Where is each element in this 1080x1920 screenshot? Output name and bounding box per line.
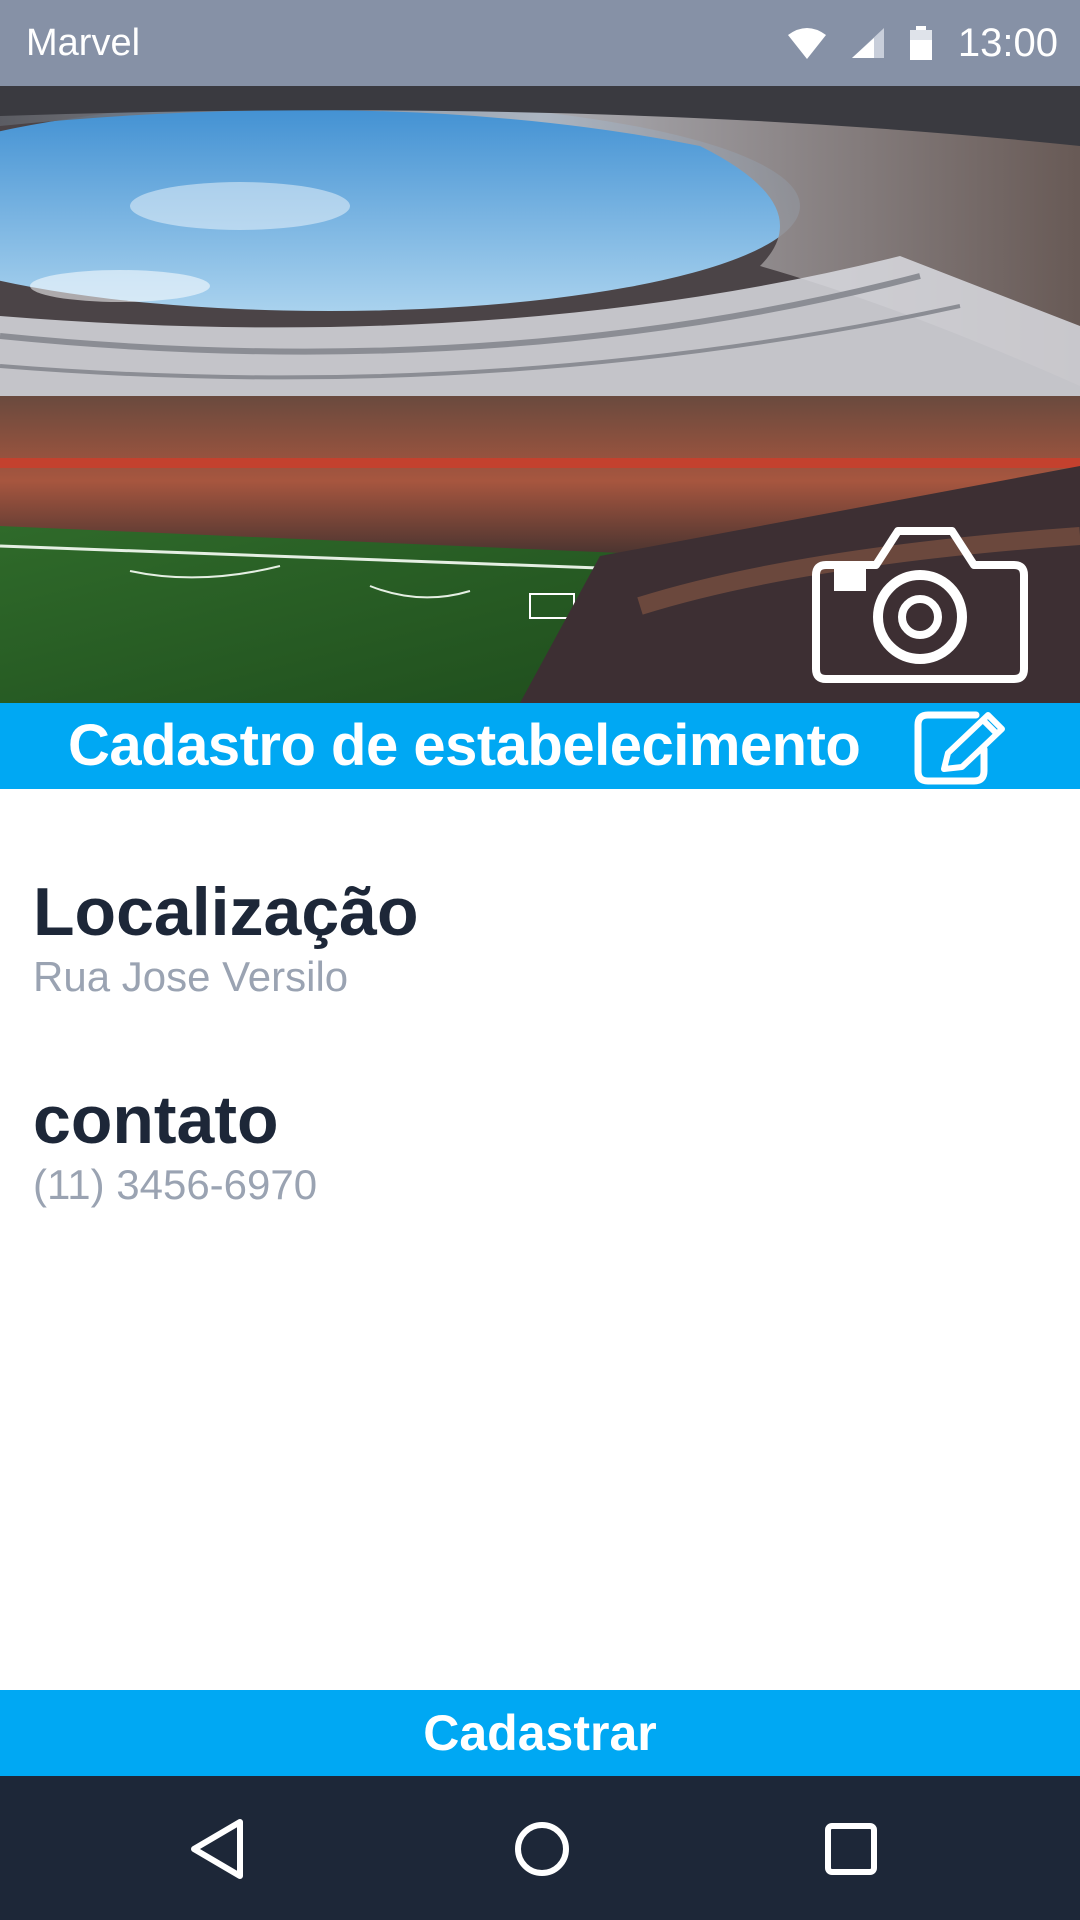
- location-heading: Localização: [33, 874, 419, 950]
- page-title: Cadastro de estabelecimento: [68, 713, 861, 778]
- status-app-name: Marvel: [26, 22, 141, 64]
- wifi-icon: [787, 27, 826, 59]
- pencil-edit-icon[interactable]: [914, 709, 1010, 785]
- register-button[interactable]: Cadastrar: [0, 1690, 1080, 1776]
- battery-icon: [909, 26, 932, 60]
- contact-section: contato (11) 3456-6970: [33, 1080, 317, 1210]
- status-icons: 13:00: [787, 0, 1058, 86]
- camera-icon[interactable]: [812, 521, 1028, 683]
- title-banner: Cadastro de estabelecimento: [0, 703, 1080, 789]
- status-time: 13:00: [957, 20, 1058, 65]
- hero-image: [0, 86, 1080, 703]
- contact-value[interactable]: (11) 3456-6970: [33, 1160, 317, 1210]
- location-section: Localização Rua Jose Versilo: [33, 872, 419, 1002]
- contact-heading: contato: [33, 1082, 279, 1158]
- location-value[interactable]: Rua Jose Versilo: [33, 952, 419, 1002]
- nav-bar: [0, 1776, 1080, 1920]
- back-icon[interactable]: [182, 1814, 252, 1884]
- home-icon[interactable]: [507, 1814, 577, 1884]
- status-bar: Marvel 13:00: [0, 0, 1080, 86]
- cell-signal-icon: [851, 28, 884, 58]
- recent-apps-icon[interactable]: [816, 1814, 886, 1884]
